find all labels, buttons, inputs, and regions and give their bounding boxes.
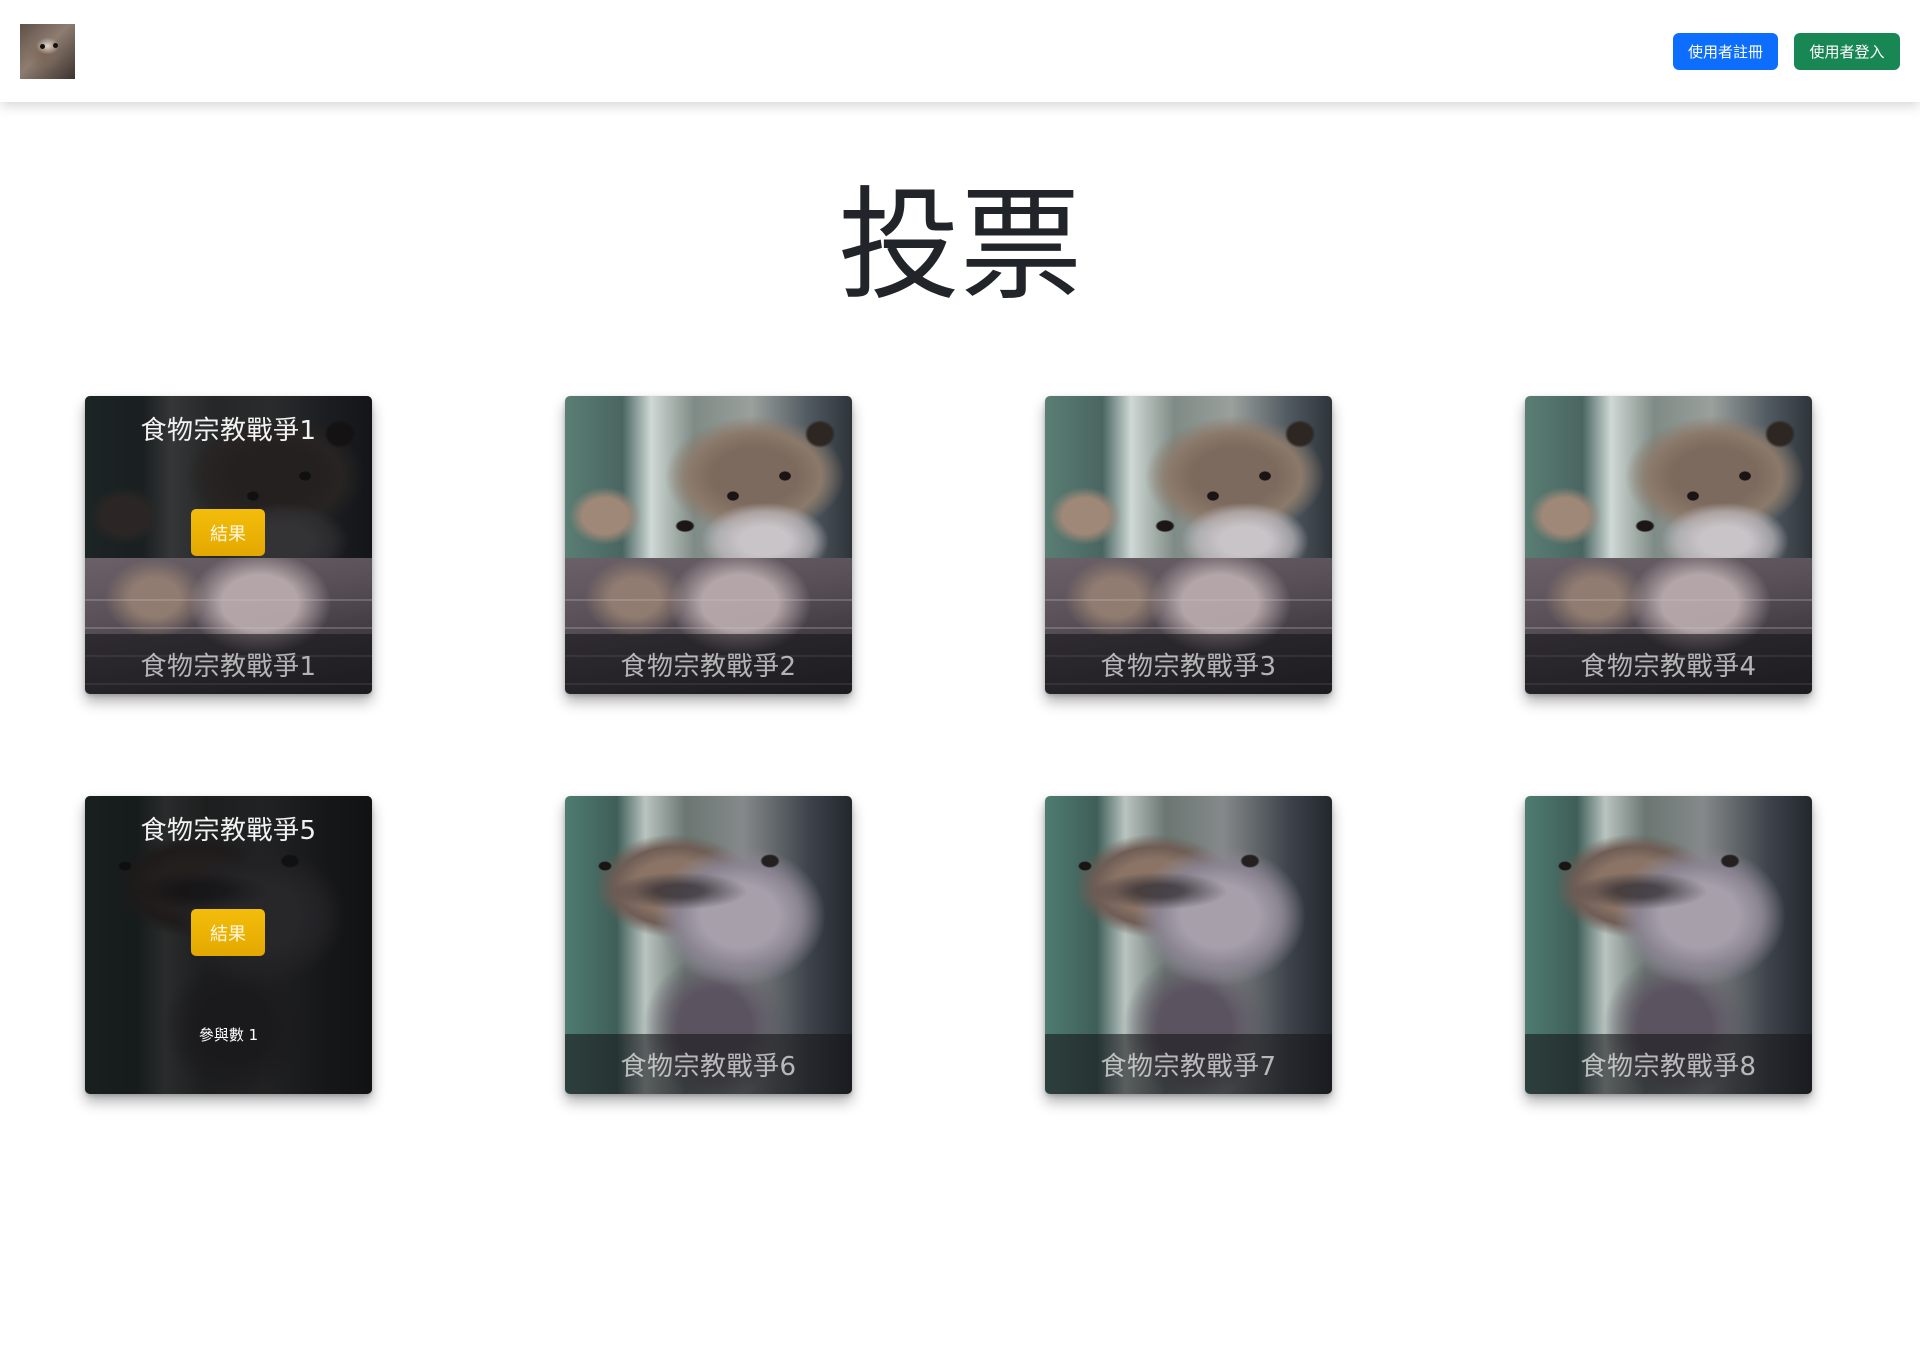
poll-caption-bar: 食物宗教戰爭6: [565, 1034, 852, 1094]
poll-card-4[interactable]: 食物宗教戰爭4: [1525, 396, 1812, 694]
poll-overlay-title: 食物宗教戰爭1: [140, 416, 317, 446]
poll-caption: 食物宗教戰爭6: [620, 1051, 797, 1082]
poll-card-7[interactable]: 食物宗教戰爭7: [1045, 796, 1332, 1094]
otter-logo-icon[interactable]: [20, 24, 75, 79]
poll-card-8[interactable]: 食物宗教戰爭8: [1525, 796, 1812, 1094]
participant-count: 參與數 1: [198, 1026, 259, 1044]
poll-caption-bar: 食物宗教戰爭1: [85, 634, 372, 694]
poll-caption: 食物宗教戰爭3: [1100, 651, 1277, 682]
poll-caption: 食物宗教戰爭8: [1580, 1051, 1757, 1082]
poll-caption: 食物宗教戰爭1: [140, 651, 317, 682]
poll-caption-bar: 食物宗教戰爭8: [1525, 1034, 1812, 1094]
page-title: 投票: [838, 175, 1082, 317]
poll-caption: 食物宗教戰爭4: [1580, 651, 1757, 682]
poll-card-1[interactable]: 食物宗教戰爭1 食物宗教戰爭1 結果: [85, 396, 372, 694]
poll-caption-bar: 食物宗教戰爭3: [1045, 634, 1332, 694]
poll-card-5[interactable]: 食物宗教戰爭5 結果 參與數 1: [85, 796, 372, 1094]
register-button[interactable]: 使用者註冊: [1673, 33, 1778, 70]
poll-card-2[interactable]: 食物宗教戰爭2: [565, 396, 852, 694]
poll-overlay-title: 食物宗教戰爭5: [140, 816, 317, 846]
poll-caption-bar: 食物宗教戰爭7: [1045, 1034, 1332, 1094]
poll-card-3[interactable]: 食物宗教戰爭3: [1045, 396, 1332, 694]
result-button[interactable]: 結果: [191, 909, 265, 956]
poll-caption: 食物宗教戰爭7: [1100, 1051, 1277, 1082]
poll-caption: 食物宗教戰爭2: [620, 651, 797, 682]
poll-caption-bar: 食物宗教戰爭4: [1525, 634, 1812, 694]
poll-card-6[interactable]: 食物宗教戰爭6: [565, 796, 852, 1094]
navbar: 使用者註冊 使用者登入: [0, 0, 1920, 102]
logo-eye-icon: [40, 44, 45, 49]
login-button[interactable]: 使用者登入: [1794, 33, 1900, 70]
result-button[interactable]: 結果: [191, 509, 265, 556]
logo-eye-icon: [53, 43, 58, 48]
poll-caption-bar: 食物宗教戰爭2: [565, 634, 852, 694]
